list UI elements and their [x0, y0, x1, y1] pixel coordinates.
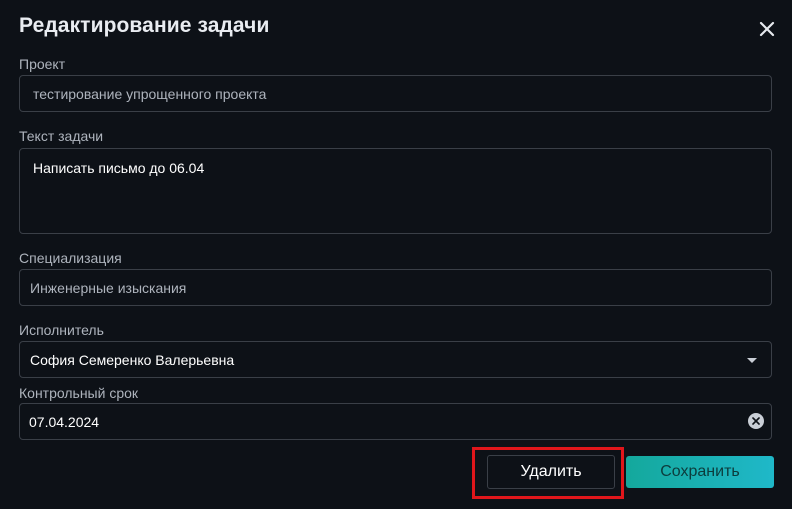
save-button[interactable]: Сохранить	[626, 456, 774, 488]
assignee-select[interactable]: София Семеренко Валерьевна	[19, 341, 772, 378]
deadline-value: 07.04.2024	[29, 414, 100, 430]
dialog-title: Редактирование задачи	[19, 14, 270, 37]
clear-icon[interactable]	[748, 413, 764, 429]
project-value: тестирование упрощенного проекта	[33, 86, 267, 102]
project-label: Проект	[19, 56, 66, 72]
task-text-value: Написать письмо до 06.04	[33, 160, 205, 176]
deadline-date-field[interactable]: 07.04.2024	[19, 403, 772, 440]
task-text-label: Текст задачи	[19, 128, 104, 144]
specialization-field[interactable]: Инженерные изыскания	[19, 269, 772, 306]
close-icon[interactable]	[757, 19, 777, 39]
specialization-label: Специализация	[19, 250, 122, 266]
task-text-area[interactable]: Написать письмо до 06.04	[19, 148, 772, 234]
assignee-label: Исполнитель	[19, 322, 104, 338]
deadline-label: Контрольный срок	[19, 385, 139, 401]
chevron-down-icon[interactable]	[747, 358, 757, 363]
delete-button[interactable]: Удалить	[487, 455, 615, 489]
project-field[interactable]: тестирование упрощенного проекта	[19, 75, 772, 112]
specialization-value: Инженерные изыскания	[30, 280, 187, 296]
assignee-value: София Семеренко Валерьевна	[30, 352, 235, 368]
